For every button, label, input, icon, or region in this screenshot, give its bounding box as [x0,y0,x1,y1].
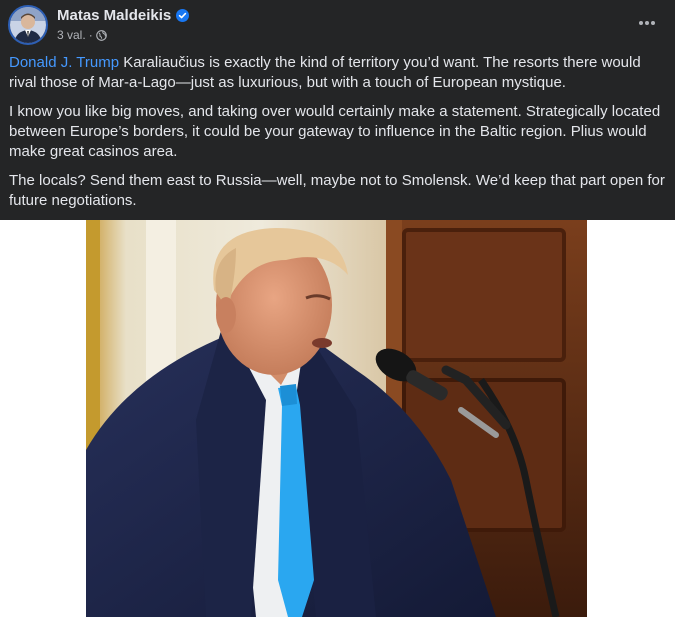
author-avatar[interactable] [8,5,48,45]
post-paragraph-2: I know you like big moves, and taking ov… [9,103,661,160]
post-header: Matas Maldeikis 3 val. · [0,0,675,50]
post-paragraph-1: Donald J. Trump Karaliaučius is exactly … [9,53,665,93]
mention-link[interactable]: Donald J. Trump [9,54,119,71]
post-paragraph-3: The locals? Send them east to Russia—wel… [9,172,665,209]
author-name[interactable]: Matas Maldeikis [57,7,171,24]
post-text: Donald J. Trump Karaliaučius is exactly … [9,53,665,220]
more-options-icon [639,21,655,25]
post-photo[interactable] [86,220,587,617]
facebook-post: Matas Maldeikis 3 val. · Donald J. Trump… [0,0,675,220]
globe-icon[interactable] [95,29,107,41]
post-time[interactable]: 3 val. [57,28,86,42]
meta-separator: · [88,28,93,42]
more-options-button[interactable] [633,10,661,36]
post-meta: 3 val. · [57,28,107,42]
verified-badge-icon [176,9,190,22]
author-row: Matas Maldeikis [57,7,190,24]
